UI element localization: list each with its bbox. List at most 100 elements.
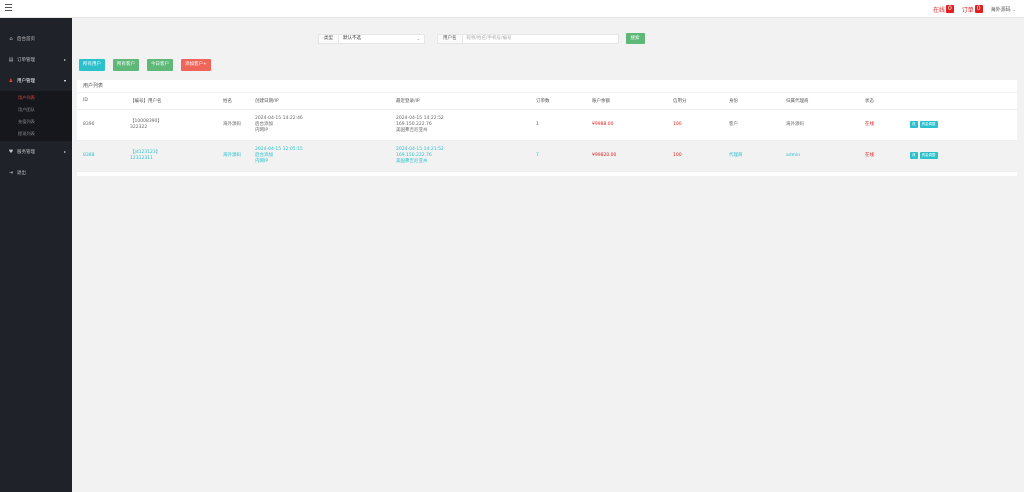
- cell-agent: 海外源码: [780, 109, 859, 141]
- user-icon: ♟: [8, 77, 14, 84]
- cell-name: 海外源码: [217, 140, 249, 172]
- col-header: 最近登录/IP: [390, 93, 530, 110]
- action-buttons: 所有用户 所有客户 今日客户 添加客户+: [79, 59, 211, 71]
- cell-ops: 改资金调整: [904, 109, 1017, 141]
- cell-credit: 100: [667, 140, 723, 172]
- sidebar-item-users[interactable]: ♟ 用户管理 ▾: [0, 70, 72, 91]
- user-menu[interactable]: 海外源码 ⌄: [991, 6, 1016, 13]
- table-row: 8388 【jd123123】 12312311 海外源码 2024-04-15 …: [77, 140, 1017, 172]
- online-count-badge: 0: [945, 5, 954, 13]
- main-content: 类型 默认不选 ⌄ 用户名 昵称/姓名/手机号/编号 搜索 所有用户 所有客户 …: [72, 18, 1024, 492]
- sidebar-item-label: 订单管理: [17, 57, 35, 63]
- created-ip: 内网IP: [255, 158, 269, 164]
- cell-id: 8390: [77, 109, 124, 141]
- user-name: 12312311: [130, 155, 153, 161]
- top-bar: 在线 0 订单 0 海外源码 ⌄: [0, 0, 1024, 18]
- sidebar-item-home[interactable]: ⌂ 后台首页: [0, 28, 72, 49]
- search-button[interactable]: 搜索: [625, 33, 645, 44]
- col-header: 状态: [859, 93, 904, 110]
- chevron-down-icon: ⌄: [1012, 6, 1016, 12]
- sidebar-item-label: 服务管理: [17, 149, 35, 155]
- cell-orders: 7: [530, 140, 586, 172]
- card-title: 用户列表: [77, 80, 1017, 93]
- type-select[interactable]: 默认不选 ⌄: [339, 33, 425, 44]
- order-icon: ▤: [8, 56, 14, 63]
- sidebar-item-label: 后台首页: [17, 36, 35, 42]
- cell-name: 海外源码: [217, 109, 249, 141]
- service-icon: ♥: [8, 148, 14, 155]
- chevron-down-icon: ⌄: [416, 35, 420, 41]
- col-header: ID: [77, 93, 124, 110]
- chevron-right-icon: ▸: [63, 57, 66, 62]
- edit-button[interactable]: 改: [910, 152, 918, 159]
- subnav-item-withdraw[interactable]: 提现列表: [0, 128, 72, 140]
- sidebar-item-orders[interactable]: ▤ 订单管理 ▸: [0, 49, 72, 70]
- cell-created: 2024-04-15 12:05:15 后台添加 内网IP: [249, 140, 390, 172]
- subnav-item-recharge[interactable]: 充值列表: [0, 116, 72, 128]
- subnav-item-user-list[interactable]: 用户列表: [0, 92, 72, 104]
- logout-icon: ⇥: [8, 169, 14, 176]
- cell-username: 【10008390】 322322: [124, 109, 217, 141]
- cell-role: 客户: [723, 109, 780, 141]
- sidebar-item-services[interactable]: ♥ 服务管理 ▸: [0, 141, 72, 162]
- order-count-badge: 0: [974, 5, 983, 13]
- cell-credit: 100: [667, 109, 723, 141]
- cell-balance: ¥9988.00: [586, 109, 667, 141]
- hamburger-icon[interactable]: [5, 4, 12, 12]
- cell-balance: ¥99820.00: [586, 140, 667, 172]
- cell-created: 2024-04-15 14:22:46 后台添加 内网IP: [249, 109, 390, 141]
- cell-ops: 改资金调整: [904, 140, 1017, 172]
- sidebar-item-logout[interactable]: ⇥ 退出: [0, 162, 72, 183]
- all-users-button[interactable]: 所有用户: [79, 59, 105, 71]
- created-ip: 内网IP: [255, 127, 269, 133]
- col-header: 账户余额: [586, 93, 667, 110]
- col-header: 订单数: [530, 93, 586, 110]
- cell-id: 8388: [77, 140, 124, 172]
- online-label: 在线: [932, 6, 945, 14]
- login-location: 美国弗吉尼亚州: [396, 127, 428, 133]
- order-label: 订单: [961, 6, 974, 14]
- cell-status: 在线: [859, 140, 904, 172]
- today-clients-button[interactable]: 今日客户: [147, 59, 173, 71]
- home-icon: ⌂: [9, 35, 13, 42]
- table-row: 8390 【10008390】 322322 海外源码 2024-04-15 14…: [77, 109, 1017, 141]
- chevron-right-icon: ▸: [63, 149, 66, 154]
- user-name: 322322: [130, 124, 148, 130]
- col-header: 姓名: [217, 93, 249, 110]
- user-table: ID 【编号】用户名 姓名 创建日期/IP 最近登录/IP 订单数 账户余额 信…: [77, 93, 1017, 172]
- users-subnav: 用户列表 用户团队 充值列表 提现列表: [0, 91, 72, 141]
- top-right-status: 在线 0 订单 0 海外源码 ⌄: [933, 4, 1016, 14]
- fund-adjust-button[interactable]: 资金调整: [919, 152, 938, 159]
- cell-role: 代理商: [723, 140, 780, 172]
- username-label: 用户名: [437, 33, 463, 44]
- search-bar: 类型 默认不选 ⌄ 用户名 昵称/姓名/手机号/编号 搜索: [318, 33, 645, 44]
- edit-button[interactable]: 改: [910, 121, 918, 128]
- chevron-down-icon: ▾: [63, 78, 66, 83]
- cell-agent: admin: [780, 140, 859, 172]
- add-client-button[interactable]: 添加客户+: [181, 59, 211, 71]
- col-header: 归属代理商: [780, 93, 859, 110]
- cell-username: 【jd123123】 12312311: [124, 140, 217, 172]
- type-select-value: 默认不选: [343, 35, 361, 41]
- subnav-item-user-team[interactable]: 用户团队: [0, 104, 72, 116]
- all-clients-button[interactable]: 所有客户: [113, 59, 139, 71]
- username-search-input[interactable]: 昵称/姓名/手机号/编号: [462, 33, 619, 44]
- sidebar-item-label: 退出: [17, 170, 26, 176]
- col-header: 身份: [723, 93, 780, 110]
- table-header-row: ID 【编号】用户名 姓名 创建日期/IP 最近登录/IP 订单数 账户余额 信…: [77, 93, 1017, 110]
- login-location: 美国弗吉尼亚州: [396, 158, 428, 164]
- fund-adjust-button[interactable]: 资金调整: [919, 121, 938, 128]
- cell-login: 2024-04-15 14:22:52 169.150.222.76 美国弗吉尼亚州: [390, 109, 530, 141]
- sidebar-item-label: 用户管理: [17, 78, 35, 84]
- user-list-card: 用户列表 ID 【编号】用户名 姓名 创建日期/IP 最近登录/IP 订单数 账…: [77, 80, 1017, 176]
- order-stat[interactable]: 订单 0: [962, 5, 983, 14]
- online-stat[interactable]: 在线 0: [933, 5, 954, 14]
- col-header: 信用分: [667, 93, 723, 110]
- col-header: 【编号】用户名: [124, 93, 217, 110]
- cell-orders: 1: [530, 109, 586, 141]
- col-header: 创建日期/IP: [249, 93, 390, 110]
- type-label: 类型: [318, 33, 339, 44]
- cell-login: 2024-04-15 14:21:52 169.150.222.76 美国弗吉尼亚州: [390, 140, 530, 172]
- col-header: [904, 93, 1017, 110]
- cell-status: 在线: [859, 109, 904, 141]
